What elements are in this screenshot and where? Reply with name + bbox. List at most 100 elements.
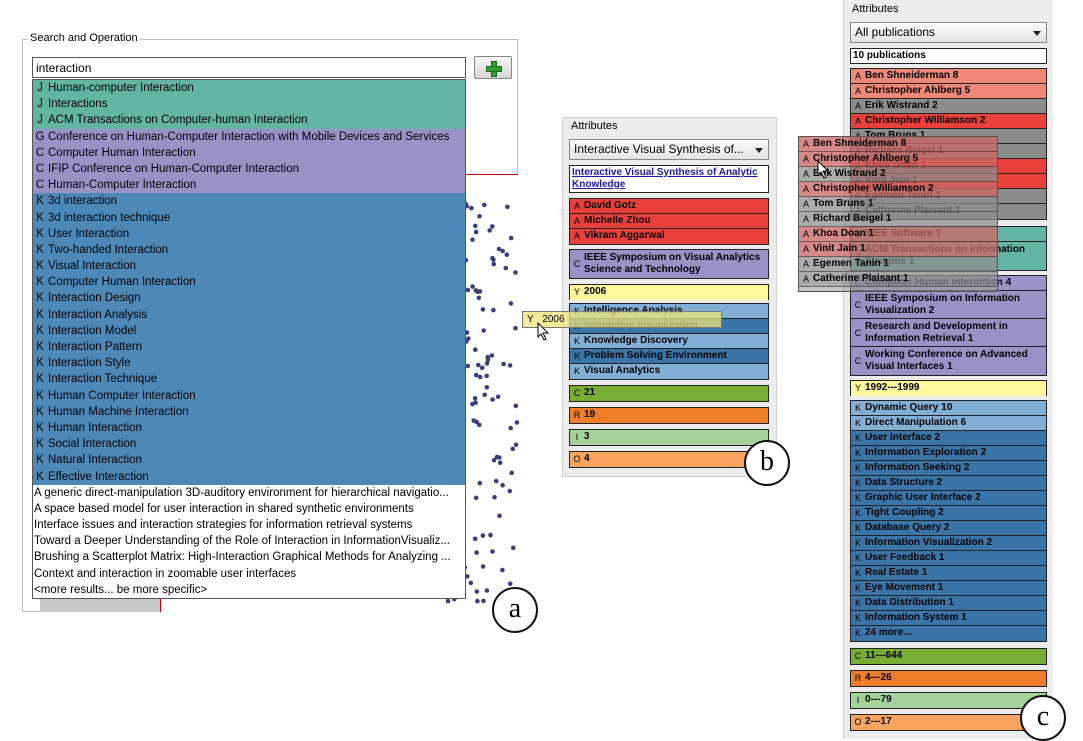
suggestion-item[interactable]: K Natural Interaction <box>33 452 465 469</box>
paper-dropdown[interactable]: Interactive Visual Synthesis of... <box>569 139 769 160</box>
conference-row[interactable]: C Working Conference on Advanced Visual I… <box>851 347 1046 375</box>
author-row[interactable]: A David Gotz <box>570 199 768 214</box>
suggestion-item[interactable]: A space based model for user interaction… <box>33 500 465 518</box>
suggestion-item[interactable]: K Interaction Technique <box>33 371 465 388</box>
suggestion-item[interactable]: Context and interaction in zoomable user… <box>33 565 465 582</box>
keyword-row[interactable]: K Information Visualization 2 <box>851 536 1046 551</box>
keyword-row[interactable]: K Information System 1 <box>851 611 1046 626</box>
author-row[interactable]: A Christopher Williamson 2 <box>851 114 1046 129</box>
count-block[interactable]: I 0---79 <box>850 692 1047 709</box>
dragged-author-row[interactable]: A Christopher Williamson 2 <box>799 182 997 197</box>
paper-title-link[interactable]: Interactive Visual Synthesis of Analytic… <box>569 165 769 193</box>
suggestion-item[interactable]: K Human Machine Interaction <box>33 403 465 420</box>
count-block[interactable]: C 11---644 <box>850 648 1047 665</box>
suggestion-item[interactable]: K User Interaction <box>33 225 465 242</box>
suggestion-item[interactable]: C Computer Human Interaction <box>33 144 465 161</box>
keyword-row[interactable]: K Tight Coupling 2 <box>851 506 1046 521</box>
keyword-row[interactable]: K User Interface 2 <box>851 431 1046 446</box>
suggestion-item[interactable]: K Social Interaction <box>33 436 465 453</box>
author-row[interactable]: A Christopher Ahlberg 5 <box>851 84 1046 99</box>
suggestion-item[interactable]: C Human-Computer Interaction <box>33 177 465 194</box>
keyword-row[interactable]: K Problem Solving Environment <box>570 349 768 364</box>
suggestion-item[interactable]: J Human-computer Interaction <box>33 80 465 97</box>
suggestion-item[interactable]: K Computer Human Interaction <box>33 274 465 291</box>
keyword-row[interactable]: K Direct Manipulation 6 <box>851 416 1046 431</box>
keyword-row[interactable]: K Data Structure 2 <box>851 476 1046 491</box>
count-row[interactable]: C 21 <box>570 386 768 401</box>
suggestion-item[interactable]: K Effective Interaction <box>33 468 465 485</box>
type-tag: K <box>573 366 580 376</box>
keyword-row[interactable]: K Knowledge Discovery <box>570 334 768 349</box>
suggestion-item[interactable]: K Interaction Style <box>33 355 465 372</box>
count-row[interactable]: R 19 <box>570 408 768 423</box>
suggestion-item[interactable]: K 3d interaction <box>33 193 465 210</box>
suggestion-item[interactable]: <more results... be more specific> <box>33 581 465 598</box>
count-row[interactable]: I3 <box>570 430 768 445</box>
keyword-row[interactable]: K Data Distribution 1 <box>851 596 1046 611</box>
suggestion-list[interactable]: J Human-computer Interaction J Interactions… <box>32 79 466 599</box>
keyword-row[interactable]: K Visual Analytics <box>570 364 768 379</box>
conference-row[interactable]: C IEEE Symposium on Visual Analytics Sci… <box>570 250 768 278</box>
suggestion-item[interactable]: Brushing a Scatterplot Matrix: High-Inte… <box>33 549 465 566</box>
dragged-author-row[interactable]: A Tom Bruns 1 <box>799 197 997 212</box>
dragged-year-item[interactable]: Y 2006 <box>522 311 722 328</box>
keyword-row[interactable]: K Eye Movement 1 <box>851 581 1046 596</box>
suggestion-item[interactable]: K Human Interaction <box>33 419 465 437</box>
count-block[interactable]: C 21 <box>569 385 769 402</box>
count-block[interactable]: I3 <box>569 429 769 446</box>
count-block[interactable]: R 19 <box>569 407 769 424</box>
search-input[interactable] <box>32 57 466 78</box>
suggestion-item[interactable]: K Two-handed Interaction <box>33 241 465 259</box>
author-row[interactable]: A Erik Wistrand 2 <box>851 99 1046 114</box>
dragged-author-row[interactable]: A Richard Beigel 1 <box>799 212 997 227</box>
conference-block[interactable]: C IEEE Symposium on Visual Analytics Sci… <box>569 249 769 279</box>
suggestion-item[interactable]: K Interaction Design <box>33 290 465 307</box>
keyword-row[interactable]: K User Feedback 1 <box>851 551 1046 566</box>
count-block[interactable]: O 2---17 <box>850 714 1047 731</box>
suggestion-item[interactable]: G Conference on Human-Computer Interactio… <box>33 128 465 145</box>
count-row[interactable]: R 4---26 <box>851 671 1046 686</box>
add-button[interactable] <box>474 56 512 79</box>
keyword-row[interactable]: K Graphic User Interface 2 <box>851 491 1046 506</box>
dragged-author-row[interactable]: A Catherine Plaisant 1 <box>799 272 997 287</box>
suggestion-item[interactable]: K Interaction Analysis <box>33 306 465 323</box>
keyword-row[interactable]: K Real Estate 1 <box>851 566 1046 581</box>
year-row[interactable]: Y 2006 <box>570 285 768 300</box>
conference-row[interactable]: C Research and Development in Information… <box>851 319 1046 347</box>
suggestion-item[interactable]: K 3d interaction technique <box>33 209 465 226</box>
count-row[interactable]: I 0---79 <box>851 693 1046 708</box>
keyword-row[interactable]: K Information Seeking 2 <box>851 461 1046 476</box>
suggestion-item[interactable]: C IFIP Conference on Human-Computer Inter… <box>33 160 465 178</box>
suggestion-item[interactable]: K Interaction Model <box>33 322 465 339</box>
scrollbar-strip[interactable] <box>40 598 160 612</box>
count-row[interactable]: O4 <box>570 452 768 467</box>
suggestion-item[interactable]: J ACM Transactions on Computer-human Inte… <box>33 112 465 129</box>
suggestion-item[interactable]: K Interaction Pattern <box>33 339 465 356</box>
suggestion-item[interactable]: K Human Computer Interaction <box>33 387 465 404</box>
suggestion-item[interactable]: K Visual Interaction <box>33 258 465 275</box>
keyword-row[interactable]: K 24 more... <box>851 626 1046 641</box>
suggestion-item[interactable]: J Interactions <box>33 96 465 113</box>
count-block[interactable]: R 4---26 <box>850 670 1047 687</box>
dragged-author-row[interactable]: A Egemen Tanin 1 <box>799 257 997 272</box>
keyword-row[interactable]: K Information Exploration 2 <box>851 446 1046 461</box>
year-block[interactable]: Y 1992---1999 <box>850 380 1047 396</box>
dragged-author-row[interactable]: A Ben Shneiderman 8 <box>799 137 997 152</box>
publication-dropdown[interactable]: All publications <box>850 22 1047 43</box>
keyword-row[interactable]: K Dynamic Query 10 <box>851 401 1046 416</box>
conference-row[interactable]: C IEEE Symposium on Information Visualiza… <box>851 291 1046 319</box>
year-block[interactable]: Y 2006 <box>569 284 769 300</box>
dragged-author-row[interactable]: A Vinit Jain 1 <box>799 242 997 257</box>
suggestion-item[interactable]: Toward a Deeper Understanding of the Rol… <box>33 533 465 550</box>
dragged-author-row[interactable]: A Khoa Doan 1 <box>799 227 997 242</box>
author-row[interactable]: A Ben Shneiderman 8 <box>851 69 1046 84</box>
year-row[interactable]: Y 1992---1999 <box>851 381 1046 396</box>
count-row[interactable]: O 2---17 <box>851 715 1046 730</box>
count-block[interactable]: O4 <box>569 451 769 468</box>
author-row[interactable]: A Vikram Aggarwal <box>570 229 768 244</box>
keyword-row[interactable]: K Database Query 2 <box>851 521 1046 536</box>
suggestion-item[interactable]: A generic direct-manipulation 3D-auditor… <box>33 484 465 501</box>
suggestion-item[interactable]: Interface issues and interaction strateg… <box>33 517 465 534</box>
author-row[interactable]: A Michelle Zhou <box>570 214 768 229</box>
count-row[interactable]: C 11---644 <box>851 649 1046 664</box>
